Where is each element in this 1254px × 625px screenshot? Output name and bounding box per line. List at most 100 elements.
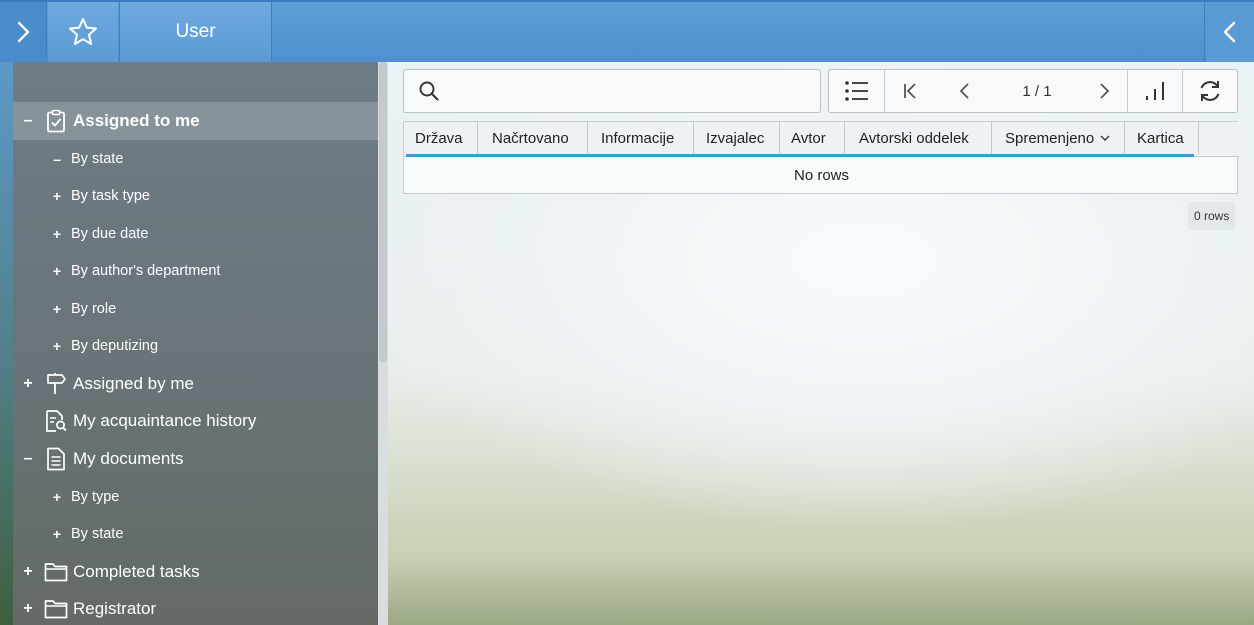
- tree-item-by-due-date[interactable]: + By due date: [13, 215, 378, 253]
- list-icon: [844, 81, 868, 101]
- data-grid: Država Načrtovano Informacije Izvajalec …: [403, 121, 1239, 194]
- column-header-nacrtovano[interactable]: Načrtovano: [478, 122, 588, 154]
- tree-item-label: By role: [71, 301, 117, 317]
- chevron-right-icon: [1100, 83, 1110, 99]
- document-search-icon: [43, 409, 69, 433]
- column-header-avtor[interactable]: Avtor: [780, 122, 845, 154]
- column-header-kartica[interactable]: Kartica: [1125, 122, 1199, 154]
- column-header-spremenjeno[interactable]: Spremenjeno: [992, 122, 1125, 154]
- column-label: Država: [415, 129, 463, 147]
- next-page-button[interactable]: [1081, 70, 1127, 112]
- sidebar-scrollbar[interactable]: [378, 62, 388, 625]
- grid-toolbar: 1 / 1: [828, 69, 1238, 113]
- expand-toggle[interactable]: +: [13, 226, 71, 242]
- sidebar: – Assigned to me – By state + By task ty…: [0, 62, 388, 625]
- tree-item-label: By type: [71, 489, 120, 505]
- column-header-avtorski-oddelek[interactable]: Avtorski oddelek: [845, 122, 992, 154]
- top-bar: User: [0, 0, 1254, 62]
- tree-item-by-task-type[interactable]: + By task type: [13, 177, 378, 215]
- tree-item-my-documents[interactable]: – My documents: [13, 440, 378, 478]
- expand-toggle[interactable]: +: [13, 263, 71, 279]
- tree-item-label: By task type: [71, 188, 150, 204]
- signpost-icon: [43, 372, 69, 396]
- collapse-panel-button[interactable]: [1206, 2, 1254, 62]
- column-label: Avtor: [791, 129, 826, 147]
- page-indicator: 1 / 1: [993, 70, 1081, 112]
- scrollbar-thumb[interactable]: [379, 62, 387, 362]
- expand-toggle[interactable]: +: [13, 188, 71, 204]
- column-label: Izvajalec: [706, 129, 765, 147]
- tree-item-by-type[interactable]: + By type: [13, 478, 378, 516]
- tree-item-label: Completed tasks: [73, 562, 200, 581]
- tree-item-registrator[interactable]: + Registrator: [13, 590, 378, 625]
- navigation-tree: – Assigned to me – By state + By task ty…: [13, 62, 378, 625]
- tree-item-by-authors-department[interactable]: + By author's department: [13, 252, 378, 290]
- search-icon: [419, 81, 439, 101]
- collapse-toggle[interactable]: –: [13, 112, 43, 130]
- tree-item-by-state[interactable]: – By state: [13, 140, 378, 178]
- tree-item-completed-tasks[interactable]: + Completed tasks: [13, 553, 378, 591]
- tree-item-label: By state: [71, 151, 124, 167]
- empty-grid-message: No rows: [793, 166, 849, 184]
- tree-item-my-acquaintance-history[interactable]: My acquaintance history: [13, 402, 378, 440]
- column-label: Načrtovano: [492, 129, 569, 147]
- expand-toggle[interactable]: +: [13, 526, 71, 542]
- tree-item-label: By deputizing: [71, 338, 159, 354]
- chevron-down-icon: [1100, 135, 1110, 141]
- tree-item-label: Assigned to me: [73, 111, 200, 130]
- refresh-icon: [1200, 81, 1220, 101]
- column-header-drzava[interactable]: Država: [404, 122, 478, 154]
- expand-toggle[interactable]: +: [13, 301, 71, 317]
- tree-item-assigned-by-me[interactable]: + Assigned by me: [13, 365, 378, 403]
- column-label: Spremenjeno: [1005, 129, 1095, 147]
- tree-item-by-deputizing[interactable]: + By deputizing: [13, 327, 378, 365]
- column-label: Avtorski oddelek: [859, 129, 969, 147]
- main-content: 1 / 1 Država Načrtovano Informacije Izva…: [388, 62, 1254, 625]
- tree-item-documents-by-state[interactable]: + By state: [13, 515, 378, 553]
- folder-icon: [43, 560, 69, 584]
- expand-toggle[interactable]: +: [13, 563, 43, 581]
- previous-page-button[interactable]: [937, 70, 993, 112]
- tab-title: User: [175, 21, 216, 42]
- separator: [46, 2, 47, 62]
- separator: [1204, 2, 1205, 62]
- folder-icon: [43, 597, 69, 621]
- search-input[interactable]: [448, 76, 808, 106]
- collapse-toggle[interactable]: –: [13, 151, 71, 167]
- expand-toggle[interactable]: +: [13, 338, 71, 354]
- chart-button[interactable]: [1128, 70, 1182, 112]
- tree-item-by-role[interactable]: + By role: [13, 290, 378, 328]
- search-box[interactable]: [403, 69, 821, 113]
- clipboard-check-icon: [43, 109, 69, 133]
- favorite-button[interactable]: [48, 2, 118, 62]
- tree-item-label: Assigned by me: [73, 374, 194, 393]
- expand-toggle[interactable]: +: [13, 489, 71, 505]
- chevron-right-icon: [17, 21, 30, 43]
- column-header-informacije[interactable]: Informacije: [588, 122, 694, 154]
- row-count-badge: 0 rows: [1188, 202, 1236, 230]
- tree-item-label: My documents: [73, 449, 184, 468]
- expand-toggle[interactable]: +: [13, 600, 43, 618]
- first-page-button[interactable]: [885, 70, 937, 112]
- chevron-left-icon: [959, 83, 969, 99]
- bar-chart-icon: [1146, 82, 1164, 100]
- tree-item-label: By state: [71, 526, 124, 542]
- collapse-toggle[interactable]: –: [13, 450, 43, 468]
- star-icon: [69, 18, 97, 45]
- expand-sidebar-button[interactable]: [0, 2, 46, 62]
- document-icon: [43, 447, 69, 471]
- tree-item-assigned-to-me[interactable]: – Assigned to me: [13, 102, 378, 140]
- chevron-left-icon: [1223, 21, 1236, 43]
- tree-item-label: By due date: [71, 226, 149, 242]
- column-list-button[interactable]: [829, 70, 884, 112]
- column-header-izvajalec[interactable]: Izvajalec: [694, 122, 780, 154]
- grid-header: Država Načrtovano Informacije Izvajalec …: [404, 122, 1239, 157]
- tree-item-label: Registrator: [73, 599, 157, 618]
- expand-toggle[interactable]: +: [13, 375, 43, 393]
- separator: [271, 2, 272, 62]
- tab-user[interactable]: User: [120, 2, 271, 62]
- refresh-button[interactable]: [1183, 70, 1237, 112]
- page-indicator-text: 1 / 1: [1022, 82, 1052, 100]
- tree-item-label: By author's department: [71, 263, 221, 279]
- first-page-icon: [904, 83, 916, 99]
